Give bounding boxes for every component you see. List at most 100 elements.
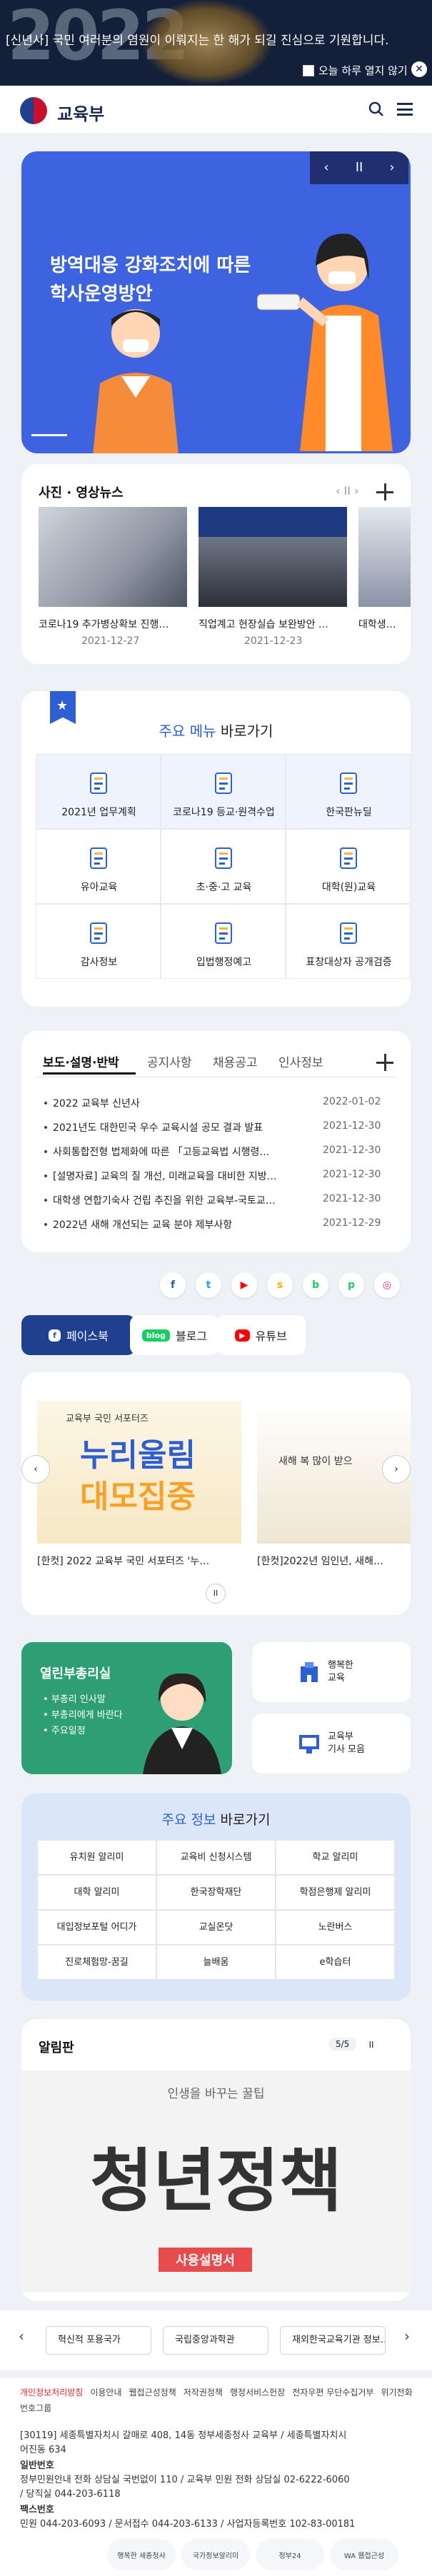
photo-date-1: 2021-12-27 xyxy=(81,635,140,647)
main-menu-item[interactable]: 2021년 업무계획 xyxy=(36,754,161,829)
key-info-link[interactable]: 대학 알리미 xyxy=(37,1875,156,1910)
photo-thumb-1[interactable] xyxy=(39,507,187,607)
policy-link[interactable]: 전자우편 무단수집거부 xyxy=(292,2388,373,2398)
tab-notice[interactable]: 공지사항 xyxy=(147,1052,192,1070)
main-menu-item[interactable]: 대학(원)교육 xyxy=(286,829,411,904)
news-row[interactable]: 2021년도 대한민국 우수 교육시설 공모 결과 발표 2021-12-30 xyxy=(43,1117,393,1138)
bulletin-banner[interactable]: 인생을 바꾸는 꿀팁 청년정책 사용설명서 xyxy=(21,2071,411,2292)
hamburger-icon[interactable] xyxy=(397,103,413,116)
news-row[interactable]: 사회통합전형 법제화에 따른 「고등교육법 시행령… 2021-12-30 xyxy=(43,1141,393,1162)
top-popup-banner[interactable]: 2022 [신년사] 국민 여러분의 염원이 이뤄지는 한 해가 되길 진심으로… xyxy=(0,0,432,86)
footer-logo[interactable]: 행복한 세종청사 xyxy=(107,2539,176,2570)
happy-education-card[interactable]: 행복한 교육 xyxy=(252,1642,411,1702)
key-info-link[interactable]: 진로체험망-꿈길 xyxy=(37,1945,156,1980)
posts-next-icon[interactable]: › xyxy=(382,1455,411,1484)
close-icon[interactable]: ✕ xyxy=(411,61,427,77)
twitter-icon[interactable]: t xyxy=(196,1272,221,1298)
related-link-2[interactable]: 국립중앙과학관 xyxy=(163,2326,268,2355)
key-info-link[interactable]: 학교 알리미 xyxy=(276,1840,395,1875)
social-posts-section: 교육부 국민 서포터즈 누리울림 대모집중 새해 복 많이 받으 ‹ › [한컷… xyxy=(21,1372,411,1615)
related-link-1[interactable]: 혁신적 포용국가 xyxy=(46,2326,151,2355)
minister-link-greeting[interactable]: • 부총리 인사말 xyxy=(43,1692,123,1708)
search-icon[interactable] xyxy=(368,101,384,117)
posts-prev-icon[interactable]: ‹ xyxy=(21,1455,50,1484)
facebook-icon[interactable]: f xyxy=(160,1272,186,1298)
press-collection-card[interactable]: 교육부 기사 모음 xyxy=(252,1714,411,1773)
key-info-link[interactable]: e학습터 xyxy=(276,1945,395,1980)
government-emblem-icon[interactable] xyxy=(20,97,47,124)
tab-facebook[interactable]: f 페이스북 xyxy=(21,1315,136,1355)
photo-thumb-2[interactable] xyxy=(199,507,347,607)
bulletin-pause-icon[interactable]: II xyxy=(364,2038,378,2052)
hero-title-line1: 방역대응 강화조치에 따른 xyxy=(50,255,251,276)
key-info-link[interactable]: 유치원 알리미 xyxy=(37,1840,156,1875)
related-link-3[interactable]: 재외한국교육기관 정보… xyxy=(280,2326,386,2355)
hide-today-checkbox[interactable]: 오늘 하루 열지 않기 xyxy=(303,63,408,78)
minister-portrait xyxy=(143,1673,221,1774)
main-menu-item[interactable]: 유아교육 xyxy=(36,829,161,904)
policy-link[interactable]: 이용안내 xyxy=(90,2388,121,2398)
news-row[interactable]: 2022 교육부 신년사 2022-01-02 xyxy=(43,1092,393,1114)
news-row-date: 2022-01-02 xyxy=(323,1096,381,1107)
youtube-icon[interactable]: ▶ xyxy=(231,1272,257,1298)
tab-press[interactable]: 보도·설명·반박 xyxy=(43,1052,119,1070)
social-post-image-1[interactable]: 교육부 국민 서포터즈 누리울림 대모집중 xyxy=(37,1401,241,1544)
naver-post-icon[interactable]: p xyxy=(338,1272,364,1298)
policy-link[interactable]: 행정서비스헌장 xyxy=(230,2388,285,2398)
policy-link[interactable]: 웹접근성정책 xyxy=(129,2388,176,2398)
key-info-link[interactable]: 교육비 신청시스템 xyxy=(156,1840,276,1875)
footer-logo[interactable]: 국가정보알리미 xyxy=(181,2539,250,2570)
related-next-icon[interactable]: › xyxy=(404,2328,410,2345)
main-menu-item[interactable]: 한국판뉴딜 xyxy=(286,754,411,829)
key-info-link[interactable]: 학점은행제 알리미 xyxy=(276,1875,395,1910)
hero-next-button[interactable]: › xyxy=(376,151,408,184)
footer-logo[interactable]: WA 웹접근성 xyxy=(330,2539,398,2570)
bulletin-pager[interactable]: 5/5 xyxy=(328,2038,357,2051)
news-row[interactable]: 대학생 연합기숙사 건립 추진을 위한 교육부-국토교… 2021-12-30 xyxy=(43,1189,393,1211)
main-menu-item[interactable]: 표창대상자 공개검증 xyxy=(286,904,411,979)
photo-caption-3[interactable]: 대학생… xyxy=(358,617,411,631)
key-info-link[interactable]: 한국장학재단 xyxy=(156,1875,276,1910)
minister-link-wish[interactable]: • 부총리에게 바란다 xyxy=(43,1708,123,1724)
kakaostory-icon[interactable]: s xyxy=(267,1272,293,1298)
hero-pause-button[interactable]: II xyxy=(343,151,376,184)
minister-link-schedule[interactable]: • 주요일정 xyxy=(43,1724,123,1739)
policy-link[interactable]: 저작권정책 xyxy=(184,2388,223,2398)
policy-link[interactable]: 개인정보처리방침 xyxy=(20,2388,83,2398)
minister-office-card[interactable]: 열린부총리실 • 부총리 인사말 • 부총리에게 바란다 • 주요일정 xyxy=(21,1642,232,1774)
banner-message[interactable]: [신년사] 국민 여러분의 염원이 이뤄지는 한 해가 되길 진심으로 기원합니… xyxy=(6,30,389,48)
news-row[interactable]: 2022년 새해 개선되는 교육 분야 제부사항 2021-12-29 xyxy=(43,1214,393,1235)
photo-thumb-3[interactable] xyxy=(358,507,411,607)
key-info-link[interactable]: 교실온닷 xyxy=(156,1910,276,1945)
main-menu-item[interactable]: 입법행정예고 xyxy=(161,904,286,979)
key-info-link[interactable]: 늘배움 xyxy=(156,1945,276,1980)
tab-youtube[interactable]: ▶ 유튜브 xyxy=(216,1315,306,1355)
news-row[interactable]: [설명자료] 교육의 질 개선, 미래교육을 대비한 지방… 2021-12-30 xyxy=(43,1165,393,1187)
footer-logo[interactable]: 정부24 xyxy=(256,2539,324,2570)
site-logo-text[interactable]: 교육부 xyxy=(57,100,104,125)
hero-slider[interactable]: ‹ II › 방역대응 강화조치에 따른 학사운영방안 xyxy=(21,151,411,453)
tab-personnel[interactable]: 인사정보 xyxy=(278,1052,323,1070)
photo-news-pager[interactable]: ‹ II › xyxy=(336,484,358,498)
related-prev-icon[interactable]: ‹ xyxy=(19,2328,24,2345)
naver-blog-icon[interactable]: b xyxy=(303,1272,328,1298)
hero-prev-button[interactable]: ‹ xyxy=(310,151,343,184)
checkbox-icon[interactable] xyxy=(303,64,314,76)
instagram-icon[interactable]: ◎ xyxy=(374,1272,400,1298)
tab-blog[interactable]: blog 블로그 xyxy=(130,1315,219,1355)
social-post-caption-1[interactable]: [한컷] 2022 교육부 국민 서포터즈 '누… xyxy=(37,1554,241,1568)
posts-pause-button[interactable]: II xyxy=(206,1584,226,1604)
more-plus-icon[interactable] xyxy=(376,483,393,500)
main-menu-item[interactable]: 코로나19 등교·원격수업 xyxy=(161,754,286,829)
main-menu-item[interactable]: 초·중·고 교육 xyxy=(161,829,286,904)
main-menu-item[interactable]: 감사정보 xyxy=(36,904,161,979)
news-more-plus-icon[interactable] xyxy=(376,1054,393,1071)
facebook-badge-icon: f xyxy=(49,1329,61,1342)
active-tab-underline xyxy=(43,1072,136,1075)
social-post-caption-2[interactable]: [한컷]2022년 임인년, 새해… xyxy=(257,1554,411,1568)
photo-caption-2[interactable]: 직업계고 현장실습 보완방안 … xyxy=(199,617,347,631)
key-info-link[interactable]: 노란버스 xyxy=(276,1910,395,1945)
key-info-link[interactable]: 대입정보포털 어디가 xyxy=(37,1910,156,1945)
tab-recruit[interactable]: 채용공고 xyxy=(213,1052,258,1070)
photo-caption-1[interactable]: 코로나19 추가병상확보 진행… xyxy=(39,617,187,631)
